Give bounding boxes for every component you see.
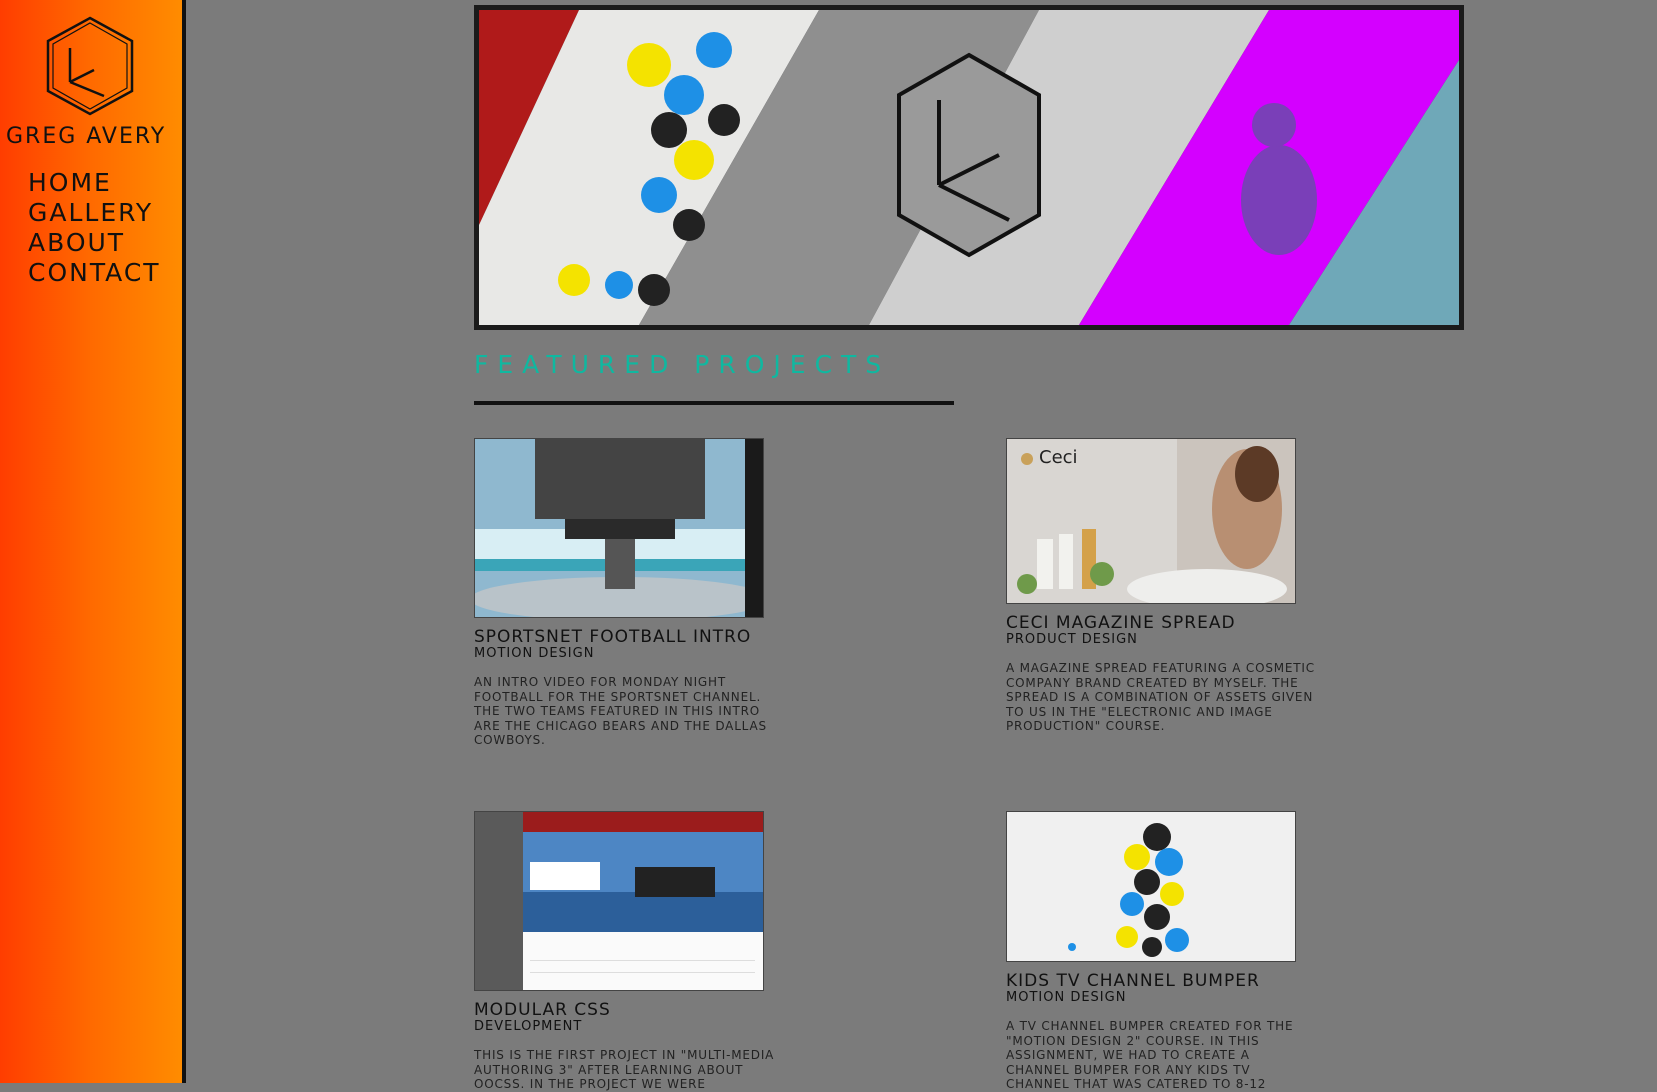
featured-projects-heading: Featured Projects — [474, 350, 891, 379]
hexagon-clock-logo-icon[interactable] — [42, 14, 138, 118]
project-description: This is the first project in "Multi-Medi… — [474, 1048, 775, 1092]
project-description: A magazine spread featuring a cosmetic c… — [1006, 661, 1315, 734]
project-category: Motion Design — [1006, 990, 1127, 1005]
project-category: Motion Design — [474, 646, 595, 661]
brand-name[interactable]: Greg Avery — [6, 124, 182, 149]
project-category: Development — [474, 1019, 583, 1034]
project-title[interactable]: Sportsnet Football Intro — [474, 628, 794, 646]
project-description: A TV channel bumper created for the "Mot… — [1006, 1019, 1294, 1092]
project-thumbnail[interactable]: Ceci — [1006, 438, 1296, 604]
thumb-brand-text: Ceci — [1039, 447, 1078, 468]
heading-divider — [474, 401, 954, 405]
project-card-kids-tv[interactable]: Kids TV Channel Bumper Motion Design A T… — [1006, 811, 1326, 1092]
nav-home[interactable]: Home — [28, 168, 161, 198]
project-category: Product Design — [1006, 632, 1138, 647]
main-nav: Home Gallery About Contact — [28, 168, 161, 288]
project-description: An intro video for Monday Night Football… — [474, 675, 767, 748]
banner-collage — [474, 5, 1464, 330]
nav-about[interactable]: About — [28, 228, 161, 258]
project-thumbnail[interactable] — [474, 811, 764, 991]
project-thumbnail[interactable] — [1006, 811, 1296, 962]
project-card-modular-css[interactable]: Modular CSS Development This is the firs… — [474, 811, 794, 1092]
project-card-ceci[interactable]: Ceci Ceci Magazine Spread Product Design… — [1006, 438, 1326, 734]
nav-contact[interactable]: Contact — [28, 258, 161, 288]
nav-gallery[interactable]: Gallery — [28, 198, 161, 228]
sidebar: Greg Avery Home Gallery About Contact — [0, 0, 186, 1083]
project-card-sportsnet[interactable]: Sportsnet Football Intro Motion Design A… — [474, 438, 794, 748]
project-title[interactable]: Ceci Magazine Spread — [1006, 614, 1326, 632]
project-thumbnail[interactable] — [474, 438, 764, 618]
project-title[interactable]: Kids TV Channel Bumper — [1006, 972, 1326, 990]
project-title[interactable]: Modular CSS — [474, 1001, 794, 1019]
